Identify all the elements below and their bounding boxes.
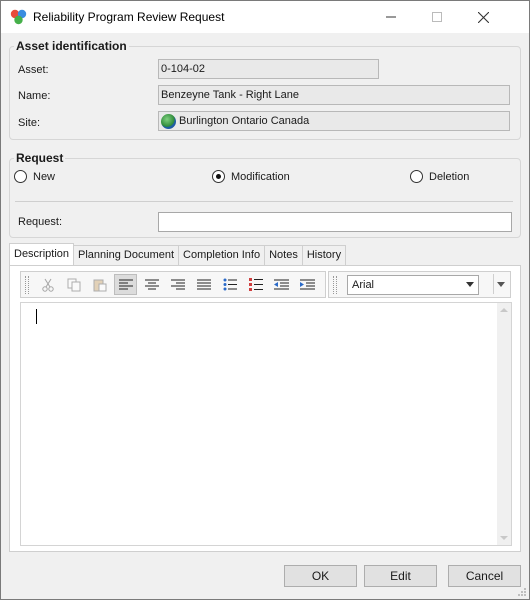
site-value: Burlington Ontario Canada — [179, 115, 310, 127]
tab-strip: Description Planning Document Completion… — [9, 243, 347, 265]
radio-new-label: New — [33, 170, 56, 183]
description-panel: Arial — [9, 265, 521, 552]
request-input[interactable] — [158, 212, 512, 232]
tab-completion-info[interactable]: Completion Info — [178, 245, 266, 265]
name-label: Name: — [18, 90, 51, 102]
copy-icon — [67, 278, 80, 291]
tab-description[interactable]: Description — [9, 243, 75, 265]
asset-value: 0-104-02 — [161, 63, 206, 75]
paste-button[interactable] — [88, 274, 111, 295]
overflow-chevron-icon — [497, 281, 505, 287]
globe-icon — [161, 113, 176, 129]
radio-deletion[interactable]: Deletion — [410, 170, 469, 183]
ok-button[interactable]: OK — [284, 565, 357, 587]
request-label: Request: — [18, 216, 63, 228]
scroll-down-icon[interactable] — [500, 536, 508, 540]
cancel-button[interactable]: Cancel — [448, 565, 521, 587]
numbered-list-icon — [248, 278, 263, 291]
cut-button[interactable] — [36, 274, 59, 295]
copy-button[interactable] — [62, 274, 85, 295]
title-bar: Reliability Program Review Request — [1, 1, 529, 33]
indent-button[interactable] — [296, 274, 319, 295]
resize-grip-icon[interactable] — [517, 587, 527, 597]
minimize-button[interactable] — [368, 1, 414, 33]
tab-history[interactable]: History — [301, 245, 347, 265]
radio-deletion-dot[interactable] — [410, 170, 423, 183]
radio-modification-label: Modification — [231, 170, 290, 183]
window-title: Reliability Program Review Request — [33, 10, 225, 24]
scissors-icon — [41, 278, 54, 292]
formatting-toolbar — [20, 271, 326, 298]
maximize-icon — [432, 12, 442, 22]
outdent-button[interactable] — [270, 274, 293, 295]
bullet-list-button[interactable] — [218, 274, 241, 295]
font-toolbar: Arial — [328, 271, 511, 298]
radio-new-dot[interactable] — [14, 170, 27, 183]
font-family-select[interactable]: Arial — [347, 274, 479, 295]
font-family-value: Arial — [352, 278, 375, 291]
radio-modification[interactable]: Modification — [212, 170, 290, 183]
paste-icon — [93, 279, 106, 291]
minimize-icon — [386, 16, 396, 18]
justify-icon — [196, 279, 211, 289]
name-field: Benzeyne Tank - Right Lane — [158, 85, 510, 105]
close-icon — [477, 11, 489, 23]
asset-label: Asset: — [18, 64, 49, 76]
asset-identification-title: Asset identification — [14, 39, 129, 53]
align-right-button[interactable] — [166, 274, 189, 295]
bullet-list-icon — [223, 278, 237, 291]
outdent-icon — [274, 279, 289, 289]
request-title: Request — [14, 151, 66, 165]
name-value: Benzeyne Tank - Right Lane — [161, 89, 299, 101]
dialog-window: Reliability Program Review Request Asset… — [0, 0, 530, 600]
font-toolbar-grip[interactable] — [333, 275, 337, 294]
align-left-icon — [118, 279, 133, 289]
text-caret — [36, 309, 37, 324]
radio-new[interactable]: New — [14, 170, 55, 183]
align-right-icon — [170, 279, 185, 289]
request-divider — [15, 201, 513, 202]
close-button[interactable] — [460, 1, 506, 33]
description-editor[interactable] — [20, 302, 512, 546]
indent-icon — [300, 279, 315, 289]
justify-button[interactable] — [192, 274, 215, 295]
radio-deletion-label: Deletion — [429, 170, 470, 183]
numbered-list-button[interactable] — [244, 274, 267, 295]
toolbar-grip[interactable] — [25, 275, 29, 294]
scroll-up-icon[interactable] — [500, 308, 508, 312]
align-center-icon — [144, 279, 159, 289]
asset-field: 0-104-02 — [158, 59, 379, 79]
app-icon — [10, 9, 27, 25]
chevron-down-icon — [466, 281, 474, 287]
align-left-button[interactable] — [114, 274, 137, 295]
site-field: Burlington Ontario Canada — [158, 111, 510, 131]
site-label: Site: — [18, 117, 41, 129]
maximize-button[interactable] — [414, 1, 460, 33]
tab-planning-document[interactable]: Planning Document — [73, 245, 180, 265]
tab-notes[interactable]: Notes — [264, 245, 303, 265]
edit-button[interactable]: Edit — [364, 565, 437, 587]
editor-vertical-scrollbar[interactable] — [497, 303, 511, 545]
toolbar-overflow-button[interactable] — [493, 274, 508, 294]
radio-modification-dot[interactable] — [212, 170, 225, 183]
align-center-button[interactable] — [140, 274, 163, 295]
